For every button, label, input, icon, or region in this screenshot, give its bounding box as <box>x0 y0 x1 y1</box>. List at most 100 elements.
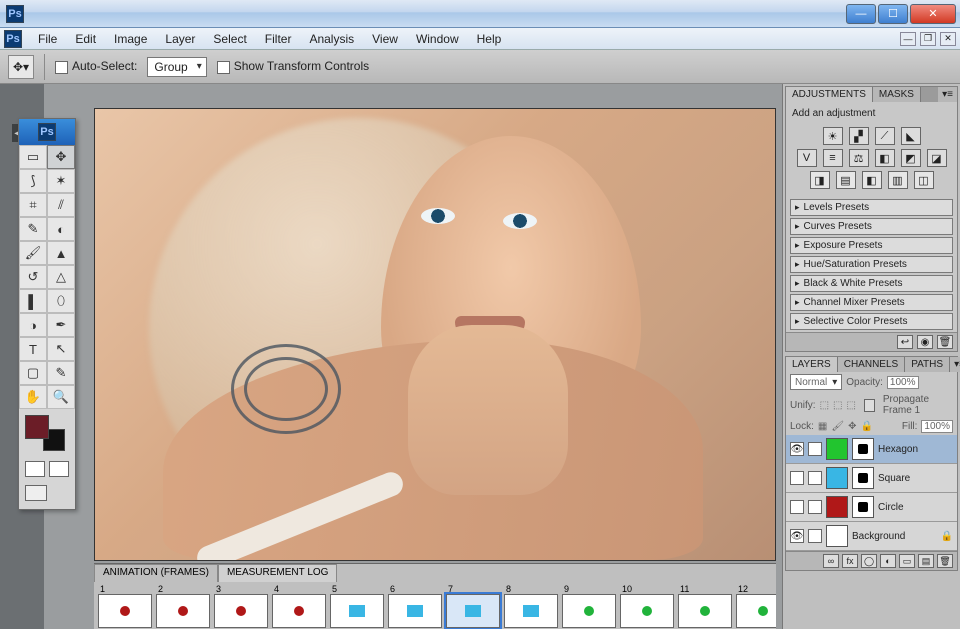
tool-heal[interactable]: ◐ <box>47 217 75 241</box>
layer-row[interactable]: Circle <box>786 493 957 522</box>
tool-eraser[interactable]: △ <box>47 265 75 289</box>
adj-footer-trash-icon[interactable]: 🗑 <box>937 335 953 349</box>
tool-crop[interactable]: ⌗ <box>19 193 47 217</box>
adj-curves-icon[interactable]: ⟋ <box>875 127 895 145</box>
layer-visibility-icon[interactable] <box>790 500 804 514</box>
animation-frame[interactable]: 80 sec. ▾ <box>504 584 558 629</box>
layer-row[interactable]: 👁Hexagon <box>786 435 957 464</box>
tool-slice[interactable]: ⫽ <box>47 193 75 217</box>
layer-thumbnail[interactable] <box>826 438 848 460</box>
lock-all-icon[interactable]: 🔒 <box>860 421 872 432</box>
layer-new-icon[interactable]: ▤ <box>918 554 934 568</box>
animation-frame[interactable]: 30 sec. ▾ <box>214 584 268 629</box>
frame-thumbnail[interactable] <box>678 594 732 628</box>
tab-adjustments[interactable]: ADJUSTMENTS <box>786 87 873 102</box>
layer-fx-icon[interactable]: fx <box>842 554 858 568</box>
tab-layers[interactable]: LAYERS <box>786 357 838 372</box>
frame-thumbnail[interactable] <box>98 594 152 628</box>
adj-selective-color-icon[interactable]: ◫ <box>914 171 934 189</box>
menu-help[interactable]: Help <box>469 30 510 48</box>
window-maximize-button[interactable]: ☐ <box>878 4 908 24</box>
show-transform-checkbox[interactable]: Show Transform Controls <box>217 59 369 73</box>
adj-levels-icon[interactable]: ▞ <box>849 127 869 145</box>
document-canvas[interactable] <box>94 108 776 561</box>
tool-pen[interactable]: ✒ <box>47 313 75 337</box>
adj-bw-icon[interactable]: ◧ <box>875 149 895 167</box>
layer-row[interactable]: 👁Background🔒 <box>786 522 957 551</box>
animation-frame[interactable]: 70 sec. ▾ <box>446 584 500 629</box>
layer-visibility-icon[interactable]: 👁 <box>790 442 804 456</box>
frame-thumbnail[interactable] <box>330 594 384 628</box>
layer-mask-thumbnail[interactable] <box>852 467 874 489</box>
tab-animation-frames[interactable]: ANIMATION (FRAMES) <box>94 564 218 582</box>
animation-frame[interactable]: 40 sec. ▾ <box>272 584 326 629</box>
animation-frame[interactable]: 20 sec. ▾ <box>156 584 210 629</box>
window-close-button[interactable]: ✕ <box>910 4 956 24</box>
screen-mode-icon[interactable] <box>25 485 47 501</box>
layer-mask-thumbnail[interactable] <box>852 438 874 460</box>
tool-history[interactable]: ↺ <box>19 265 47 289</box>
menu-file[interactable]: File <box>30 30 65 48</box>
tool-type[interactable]: T <box>19 337 47 361</box>
tab-channels[interactable]: CHANNELS <box>838 357 905 372</box>
layer-visibility-icon[interactable]: 👁 <box>790 529 804 543</box>
menu-edit[interactable]: Edit <box>67 30 104 48</box>
menu-image[interactable]: Image <box>106 30 155 48</box>
menu-filter[interactable]: Filter <box>257 30 300 48</box>
layer-link-cell[interactable] <box>808 442 822 456</box>
doc-minimize-button[interactable]: — <box>900 32 916 46</box>
lock-position-icon[interactable]: ✥ <box>848 421 856 432</box>
layer-link-cell[interactable] <box>808 500 822 514</box>
adj-balance-icon[interactable]: ⚖ <box>849 149 869 167</box>
animation-frame[interactable]: 10 sec. ▾ <box>98 584 152 629</box>
menu-window[interactable]: Window <box>408 30 467 48</box>
preset-levels-presets[interactable]: Levels Presets <box>790 199 953 216</box>
layer-thumbnail[interactable] <box>826 467 848 489</box>
adj-photo-filter-icon[interactable]: ◩ <box>901 149 921 167</box>
color-swatches[interactable] <box>25 415 65 451</box>
menu-layer[interactable]: Layer <box>157 30 203 48</box>
animation-frame[interactable]: 50 sec. ▾ <box>330 584 384 629</box>
layer-group-icon[interactable]: ▭ <box>899 554 915 568</box>
tool-notes[interactable]: ✎ <box>47 361 75 385</box>
layer-thumbnail[interactable] <box>826 496 848 518</box>
unify-position-icon[interactable]: ⬚ <box>820 400 829 411</box>
tool-shape[interactable]: ▢ <box>19 361 47 385</box>
toolbox[interactable]: Ps ▭✥⟆✶⌗⫽✎◐🖌▲↺△▌⬯◑✒T↖▢✎✋🔍 <box>18 118 76 510</box>
preset-selective-color-presets[interactable]: Selective Color Presets <box>790 313 953 330</box>
preset-channel-mixer-presets[interactable]: Channel Mixer Presets <box>790 294 953 311</box>
tool-blur[interactable]: ⬯ <box>47 289 75 313</box>
frame-thumbnail[interactable] <box>736 594 776 628</box>
tool-brush[interactable]: 🖌 <box>19 241 47 265</box>
animation-frame[interactable]: 100 sec. ▾ <box>620 584 674 629</box>
fill-value[interactable]: 100% <box>921 420 953 433</box>
layer-link-cell[interactable] <box>808 529 822 543</box>
tool-gradient[interactable]: ▌ <box>19 289 47 313</box>
lock-transparent-icon[interactable]: ▦ <box>818 421 827 432</box>
adjustments-panel-menu-icon[interactable]: ▾≡ <box>938 87 957 102</box>
menu-select[interactable]: Select <box>205 30 254 48</box>
preset-hue-saturation-presets[interactable]: Hue/Saturation Presets <box>790 256 953 273</box>
tool-path[interactable]: ↖ <box>47 337 75 361</box>
tool-dodge[interactable]: ◑ <box>19 313 47 337</box>
adj-exposure-icon[interactable]: ◣ <box>901 127 921 145</box>
frame-thumbnail[interactable] <box>620 594 674 628</box>
doc-restore-button[interactable]: ❐ <box>920 32 936 46</box>
layer-link-icon[interactable]: ∞ <box>823 554 839 568</box>
opacity-value[interactable]: 100% <box>887 376 919 389</box>
propagate-checkbox[interactable] <box>864 399 875 412</box>
tool-move[interactable]: ✥ <box>47 145 75 169</box>
adj-invert-icon[interactable]: ◨ <box>810 171 830 189</box>
adj-footer-view-icon[interactable]: ◉ <box>917 335 933 349</box>
frame-thumbnail[interactable] <box>446 594 500 628</box>
adj-channel-mixer-icon[interactable]: ◪ <box>927 149 947 167</box>
foreground-color-swatch[interactable] <box>25 415 49 439</box>
active-tool-icon[interactable]: ✥▾ <box>8 55 34 79</box>
tool-zoom[interactable]: 🔍 <box>47 385 75 409</box>
standard-mode-icon[interactable] <box>25 461 45 477</box>
layer-mask-thumbnail[interactable] <box>852 496 874 518</box>
unify-visibility-icon[interactable]: ⬚ <box>833 400 842 411</box>
layer-adjust-icon[interactable]: ◐ <box>880 554 896 568</box>
preset-curves-presets[interactable]: Curves Presets <box>790 218 953 235</box>
animation-frame[interactable]: 120 sec. ▾ <box>736 584 776 629</box>
